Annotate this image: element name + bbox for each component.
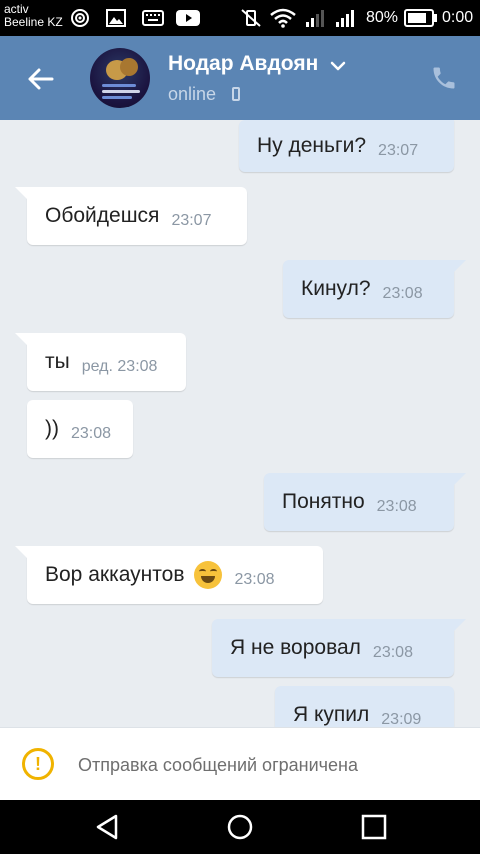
signal-sim1-icon [306, 10, 324, 27]
chevron-down-icon[interactable] [330, 60, 346, 72]
mobile-device-icon [232, 87, 240, 101]
message-text: Ну деньги? [257, 134, 367, 157]
vibrate-off-icon [241, 9, 261, 27]
message-time: 23:07 [171, 212, 212, 229]
message-text: ты [45, 350, 70, 373]
message-bubble-incoming[interactable]: )) 23:08 [27, 400, 133, 458]
message-bubble-incoming[interactable]: ты ред. 23:08 [15, 333, 186, 391]
hotspot-icon [71, 9, 89, 27]
message-bubble-incoming[interactable]: Вор аккаунтов 23:08 [15, 546, 323, 604]
message-bubble-outgoing[interactable]: Я не воровал 23:08 [212, 619, 466, 677]
message-bubble-outgoing[interactable]: Понятно 23:08 [264, 473, 466, 531]
back-arrow-icon[interactable] [24, 62, 58, 96]
nav-back-icon[interactable] [92, 812, 122, 842]
status-bar: activ Beeline KZ 80% 0:00 [0, 0, 480, 36]
messaging-restricted-banner: ! Отправка сообщений ограничена [0, 727, 480, 801]
gallery-icon [106, 9, 126, 27]
message-text: Понятно [282, 490, 365, 513]
message-time: 23:08 [71, 425, 112, 442]
carrier-label: activ Beeline KZ [4, 3, 63, 29]
youtube-icon [176, 10, 200, 26]
message-time: 23:09 [381, 711, 422, 727]
message-text: Я купил [293, 703, 370, 726]
wifi-icon [270, 8, 296, 28]
nav-recents-icon[interactable] [360, 812, 388, 842]
online-status: online [168, 84, 217, 104]
message-text: Вор аккаунтов [45, 563, 185, 586]
message-time: ред. 23:08 [81, 358, 158, 375]
message-time: 23:07 [378, 142, 419, 159]
contact-name[interactable]: Нодар Авдоян [168, 52, 318, 76]
carrier-line-2: Beeline KZ [4, 15, 63, 29]
system-navigation-bar [0, 800, 480, 854]
clock: 0:00 [442, 9, 474, 26]
nav-home-icon[interactable] [225, 812, 255, 842]
keyboard-icon [142, 10, 164, 26]
battery-icon [404, 9, 437, 27]
message-text: Кинул? [301, 277, 371, 300]
message-bubble-outgoing[interactable]: Я купил 23:09 [275, 686, 454, 727]
message-time: 23:08 [376, 498, 417, 515]
avatar[interactable] [90, 48, 150, 108]
signal-sim2-icon [336, 10, 354, 27]
message-text: Я не воровал [230, 636, 361, 659]
message-time: 23:08 [372, 644, 413, 661]
restriction-text: Отправка сообщений ограничена [78, 755, 358, 775]
message-time: 23:08 [234, 571, 275, 588]
message-bubble-outgoing[interactable]: Кинул? 23:08 [283, 260, 466, 318]
message-bubble-outgoing[interactable]: Ну деньги? 23:07 [239, 120, 454, 172]
message-list[interactable]: Ну деньги? 23:07 Обойдешся 23:07 Кинул? … [0, 120, 480, 727]
message-bubble-incoming[interactable]: Обойдешся 23:07 [15, 187, 247, 245]
message-time: 23:08 [382, 285, 423, 302]
battery-percent: 80% [366, 9, 399, 26]
call-icon[interactable] [430, 64, 458, 92]
message-text: )) [45, 417, 59, 440]
message-text: Обойдешся [45, 204, 160, 227]
chat-header: Нодар Авдоян online [0, 36, 480, 120]
warning-icon: ! [22, 748, 54, 780]
face-with-tears-of-joy-icon [194, 561, 223, 589]
